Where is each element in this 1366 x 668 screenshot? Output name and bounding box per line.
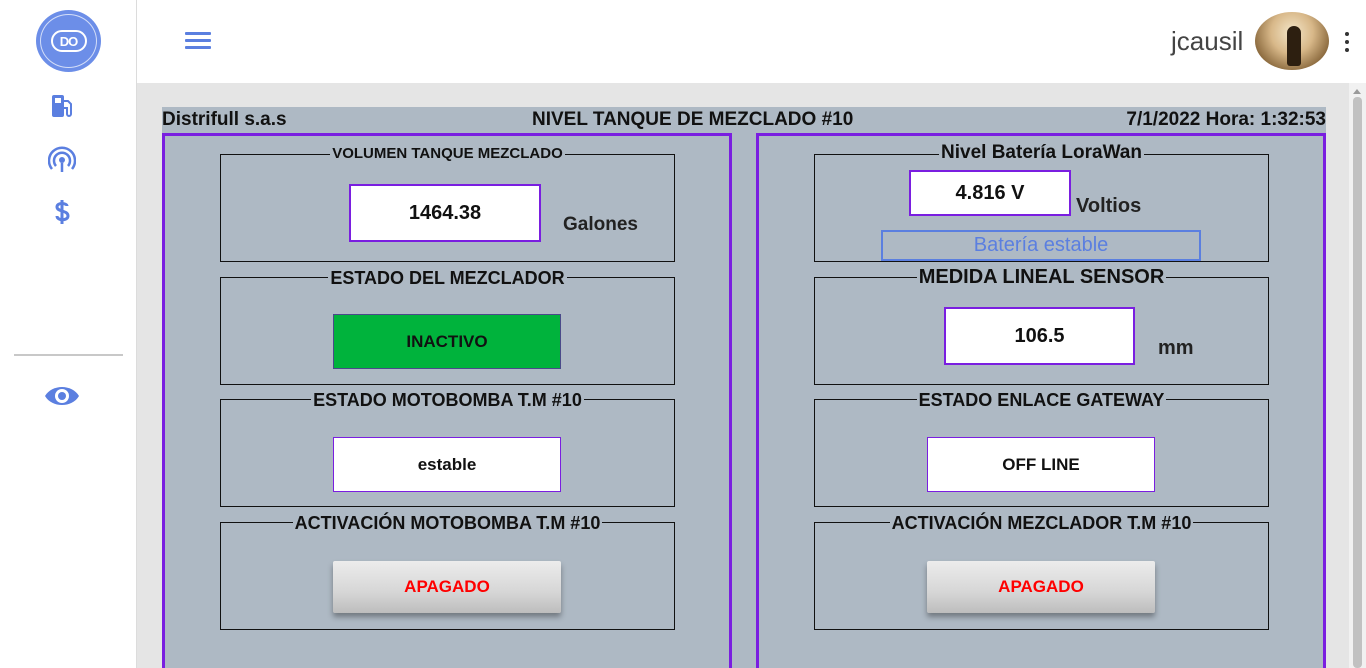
pump-activation-group: ACTIVACIÓN MOTOBOMBA T.M #10 APAGADO — [220, 513, 675, 630]
volume-group: VOLUMEN TANQUE MEZCLADO 1464.38 Galones — [220, 145, 675, 262]
mixer-activation-group: ACTIVACIÓN MEZCLADOR T.M #10 APAGADO — [814, 513, 1269, 630]
datetime: 7/1/2022 Hora: 1:32:53 — [1126, 109, 1326, 130]
battery-title: Nivel Batería LoraWan — [939, 142, 1144, 163]
logo-ring — [40, 14, 97, 68]
pump-activation-button[interactable]: APAGADO — [333, 561, 561, 613]
scrollbar[interactable] — [1349, 83, 1366, 668]
sensor-group: MEDIDA LINEAL SENSOR 106.5 mm — [814, 266, 1269, 385]
battery-group: Nivel Batería LoraWan 4.816 V Voltios Ba… — [814, 142, 1269, 262]
scroll-thumb[interactable] — [1353, 97, 1362, 668]
pump-state-group: ESTADO MOTOBOMBA T.M #10 estable — [220, 390, 675, 507]
sensor-unit: mm — [1158, 337, 1194, 359]
scroll-up-arrow-icon[interactable] — [1353, 89, 1361, 94]
dashboard: Distrifull s.a.s NIVEL TANQUE DE MEZCLAD… — [162, 107, 1326, 668]
mixer-state-value: INACTIVO — [333, 314, 561, 369]
pump-activation-title: ACTIVACIÓN MOTOBOMBA T.M #10 — [292, 513, 603, 533]
username: jcausil — [1171, 26, 1244, 56]
company-name: Distrifull s.a.s — [162, 109, 287, 130]
mixer-state-group: ESTADO DEL MEZCLADOR INACTIVO — [220, 268, 675, 385]
left-panel: VOLUMEN TANQUE MEZCLADO 1464.38 Galones … — [162, 133, 732, 668]
pump-state-value: estable — [333, 437, 561, 492]
gateway-group: ESTADO ENLACE GATEWAY OFF LINE — [814, 390, 1269, 507]
eye-icon[interactable] — [44, 378, 80, 414]
sensor-value: 106.5 — [944, 307, 1135, 365]
mixer-activation-button[interactable]: APAGADO — [927, 561, 1155, 613]
gateway-value: OFF LINE — [927, 437, 1155, 492]
dollar-icon[interactable] — [46, 196, 78, 228]
digital-oils-logo[interactable]: DO — [36, 10, 101, 72]
right-panel: Nivel Batería LoraWan 4.816 V Voltios Ba… — [756, 133, 1326, 668]
mixer-activation-title: ACTIVACIÓN MEZCLADOR T.M #10 — [889, 513, 1194, 533]
battery-value: 4.816 V — [909, 170, 1071, 216]
hamburger-menu-icon[interactable] — [185, 29, 211, 51]
volume-unit: Galones — [563, 214, 638, 235]
pump-state-title: ESTADO MOTOBOMBA T.M #10 — [311, 390, 584, 410]
top-bar: jcausil — [137, 0, 1366, 83]
fuel-pump-icon[interactable] — [46, 90, 78, 122]
signal-tower-icon[interactable] — [46, 144, 78, 176]
battery-status: Batería estable — [881, 230, 1201, 261]
avatar-figure — [1287, 26, 1301, 66]
mixer-state-title: ESTADO DEL MEZCLADOR — [328, 268, 567, 288]
sidebar: DO — [0, 0, 137, 668]
battery-unit: Voltios — [1076, 195, 1142, 217]
sensor-title: MEDIDA LINEAL SENSOR — [916, 266, 1167, 288]
volume-value: 1464.38 — [349, 184, 541, 242]
avatar[interactable] — [1255, 12, 1329, 70]
more-options-icon[interactable] — [1342, 30, 1352, 54]
sidebar-divider — [14, 354, 123, 356]
volume-title: VOLUMEN TANQUE MEZCLADO — [330, 145, 565, 162]
gateway-title: ESTADO ENLACE GATEWAY — [916, 390, 1167, 410]
dashboard-title: NIVEL TANQUE DE MEZCLADO #10 — [532, 109, 854, 130]
